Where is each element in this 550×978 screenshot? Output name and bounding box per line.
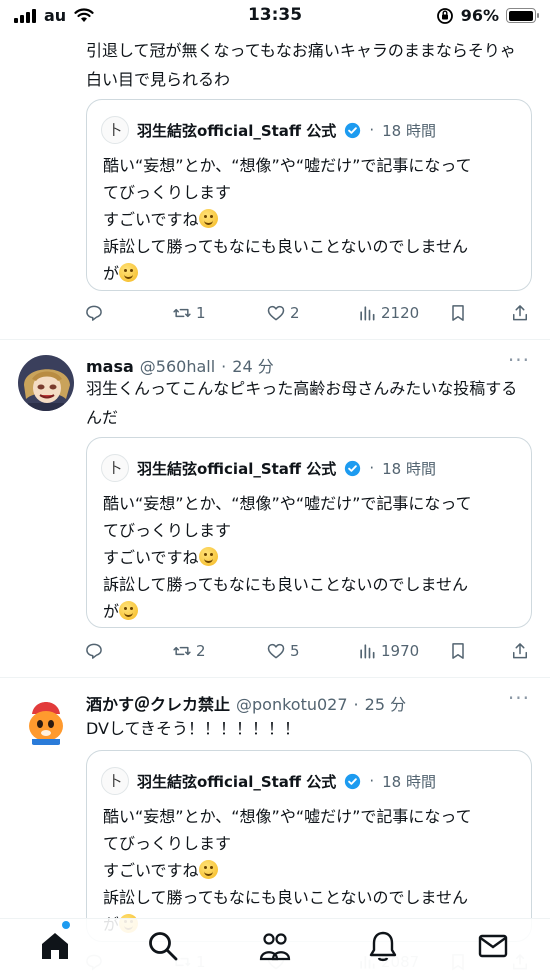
quoted-line: すごいですね [103,857,523,884]
quoted-dot: · [369,772,375,790]
quoted-text: 酷い“妄想”とか、“想像”や“嘘だけ”で記事になって てびっくりします すごいで… [103,152,523,287]
share-icon [513,643,527,659]
retweet-count: 1 [196,304,206,322]
avatar[interactable] [18,692,74,748]
retweet-icon [173,646,191,656]
bookmark-icon [452,305,464,321]
view-count: 2120 [381,304,420,322]
quoted-line: 訴訟して勝ってもなにも良いことないのでしません [103,575,468,594]
tab-notifications[interactable] [366,929,400,963]
more-options-icon[interactable]: ··· [508,348,530,372]
tweet[interactable]: masa @560hall · 24 分 ··· 羽生くんってこんなピキった高齢… [0,340,550,678]
quoted-author-name: 羽生結弦official_Staff 公式 [137,772,337,791]
share-button[interactable] [510,303,530,323]
quoted-line: が [103,260,523,287]
views-button[interactable]: 2120 [357,303,419,323]
like-button[interactable]: 2 [266,303,300,323]
bookmark-icon [452,643,464,659]
smiling-emoji-icon [198,547,218,566]
views-icon [360,306,375,321]
quoted-text: 酷い“妄想”とか、“想像”や“嘘だけ”で記事になって てびっくりします すごいで… [103,490,523,625]
quoted-line: てびっくりします [103,183,232,202]
quoted-tweet[interactable]: 卜 羽生結弦official_Staff 公式 · 18 時間 酷い“妄想”とか… [86,750,532,942]
tweet-text: DVしてきそう！！！！！！！ [86,719,301,738]
quoted-time: 18 時間 [382,772,436,791]
dot-separator: · [353,695,359,714]
author-handle[interactable]: @ponkotu027 [236,695,348,714]
verified-badge-icon [345,773,361,789]
author-name[interactable]: 酒かす＠クレカ禁止 [86,691,230,715]
smiling-emoji-icon [119,263,139,282]
quoted-line: すごいですね [103,544,523,571]
quoted-line: が [103,598,523,625]
quoted-avatar: 卜 [101,116,129,144]
share-button[interactable] [510,641,530,661]
quoted-tweet[interactable]: 卜 羽生結弦official_Staff 公式 · 18 時間 酷い“妄想”とか… [86,99,532,291]
notifications-icon [369,931,397,962]
quoted-dot: · [369,459,375,477]
heart-icon [267,305,285,321]
communities-icon [259,933,291,961]
reply-icon [86,643,102,659]
smiling-emoji-icon [119,601,139,620]
tweet-text: 引退して冠が無くなってもなお痛いキャラのままならそりゃ白い目で見られるわ [86,41,516,89]
bookmark-button[interactable] [448,303,468,323]
quoted-avatar: 卜 [101,454,129,482]
reply-icon [86,305,102,321]
tab-messages[interactable] [476,929,510,963]
reply-button[interactable] [84,641,104,661]
bottom-tab-bar [0,918,550,978]
views-button[interactable]: 1970 [357,641,419,661]
view-count: 1970 [381,642,420,660]
tweet-actions: 2 5 1970 [84,641,534,667]
tab-search[interactable] [146,929,180,963]
quoted-line: 酷い“妄想”とか、“想像”や“嘘だけ”で記事になって [103,156,472,175]
heart-icon [267,643,285,659]
smiling-emoji-icon [198,209,218,228]
quoted-line: すごいですね [103,206,523,233]
quoted-time: 18 時間 [382,121,436,140]
quoted-line: 酷い“妄想”とか、“想像”や“嘘だけ”で記事になって [103,494,472,513]
avatar[interactable] [18,355,74,411]
more-options-icon[interactable]: ··· [508,686,530,710]
search-icon [149,932,178,961]
like-count: 2 [290,304,300,322]
retweet-button[interactable]: 1 [172,303,206,323]
tweet-actions: 1 2 2120 [84,303,534,329]
retweet-count: 2 [196,642,206,660]
share-icon [513,305,527,321]
quoted-time: 18 時間 [382,459,436,478]
quoted-line: 酷い“妄想”とか、“想像”や“嘘だけ”で記事になって [103,807,472,826]
retweet-button[interactable]: 2 [172,641,206,661]
verified-badge-icon [345,460,361,476]
bookmark-button[interactable] [448,641,468,661]
quoted-line: てびっくりします [103,834,232,853]
tweet[interactable]: 引退して冠が無くなってもなお痛いキャラのままならそりゃ白い目で見られるわ 卜 羽… [0,0,550,340]
quoted-dot: · [369,121,375,139]
tab-home[interactable] [38,929,72,963]
verified-badge-icon [345,122,361,138]
reply-button[interactable] [84,303,104,323]
smiling-emoji-icon [198,860,218,879]
home-icon [42,933,68,959]
new-posts-dot [62,921,70,929]
quoted-author-name: 羽生結弦official_Staff 公式 [137,121,337,140]
quoted-author-name: 羽生結弦official_Staff 公式 [137,459,337,478]
tweet-text: 羽生くんってこんなピキった高齢お母さんみたいな投稿するんだ [86,379,518,427]
quoted-tweet[interactable]: 卜 羽生結弦official_Staff 公式 · 18 時間 酷い“妄想”とか… [86,437,532,628]
quoted-line: 訴訟して勝ってもなにも良いことないのでしません [103,888,468,907]
quoted-line: てびっくりします [103,521,232,540]
views-icon [360,644,375,659]
quoted-avatar: 卜 [101,767,129,795]
like-button[interactable]: 5 [266,641,300,661]
messages-icon [478,934,508,958]
quoted-line: 訴訟して勝ってもなにも良いことないのでしません [103,237,468,256]
like-count: 5 [290,642,300,660]
tweet-time[interactable]: 25 分 [365,691,406,715]
retweet-icon [173,308,191,318]
tab-communities[interactable] [258,929,292,963]
